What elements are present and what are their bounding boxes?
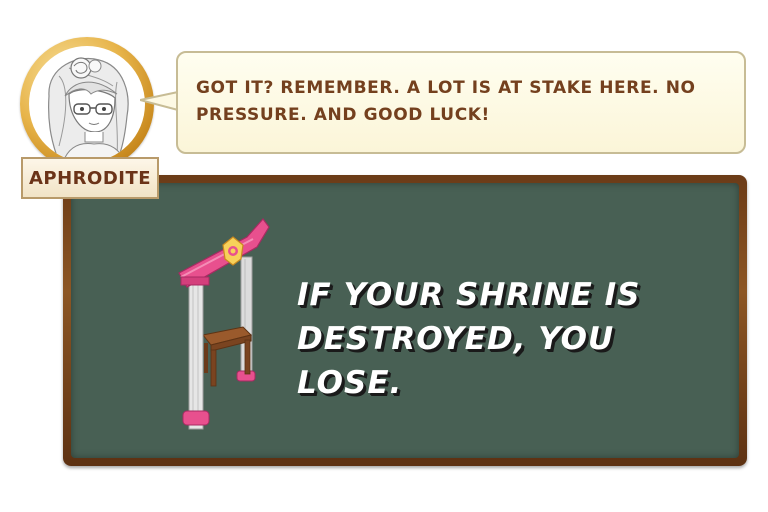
dialogue-text: GOT IT? REMEMBER. A LOT IS AT STAKE HERE… [196,78,696,125]
speaker-name: APHRODITE [28,167,152,189]
tutorial-screen: APHRODITE GOT IT? REMEMBER. A LOT IS AT … [0,0,768,512]
shrine-icon [178,218,270,430]
speaker-name-plate: APHRODITE [21,157,159,199]
dialogue-bubble[interactable]: GOT IT? REMEMBER. A LOT IS AT STAKE HERE… [176,51,746,154]
tutorial-text: IF YOUR SHRINE IS DESTROYED, YOU LOSE. [297,277,641,401]
chalkboard: IF YOUR SHRINE IS DESTROYED, YOU LOSE. [71,183,739,458]
speaker-portrait [20,37,154,171]
tutorial-board: IF YOUR SHRINE IS DESTROYED, YOU LOSE. [63,175,747,466]
speech-bubble-tail [140,91,179,111]
aphrodite-portrait-image [29,46,145,162]
